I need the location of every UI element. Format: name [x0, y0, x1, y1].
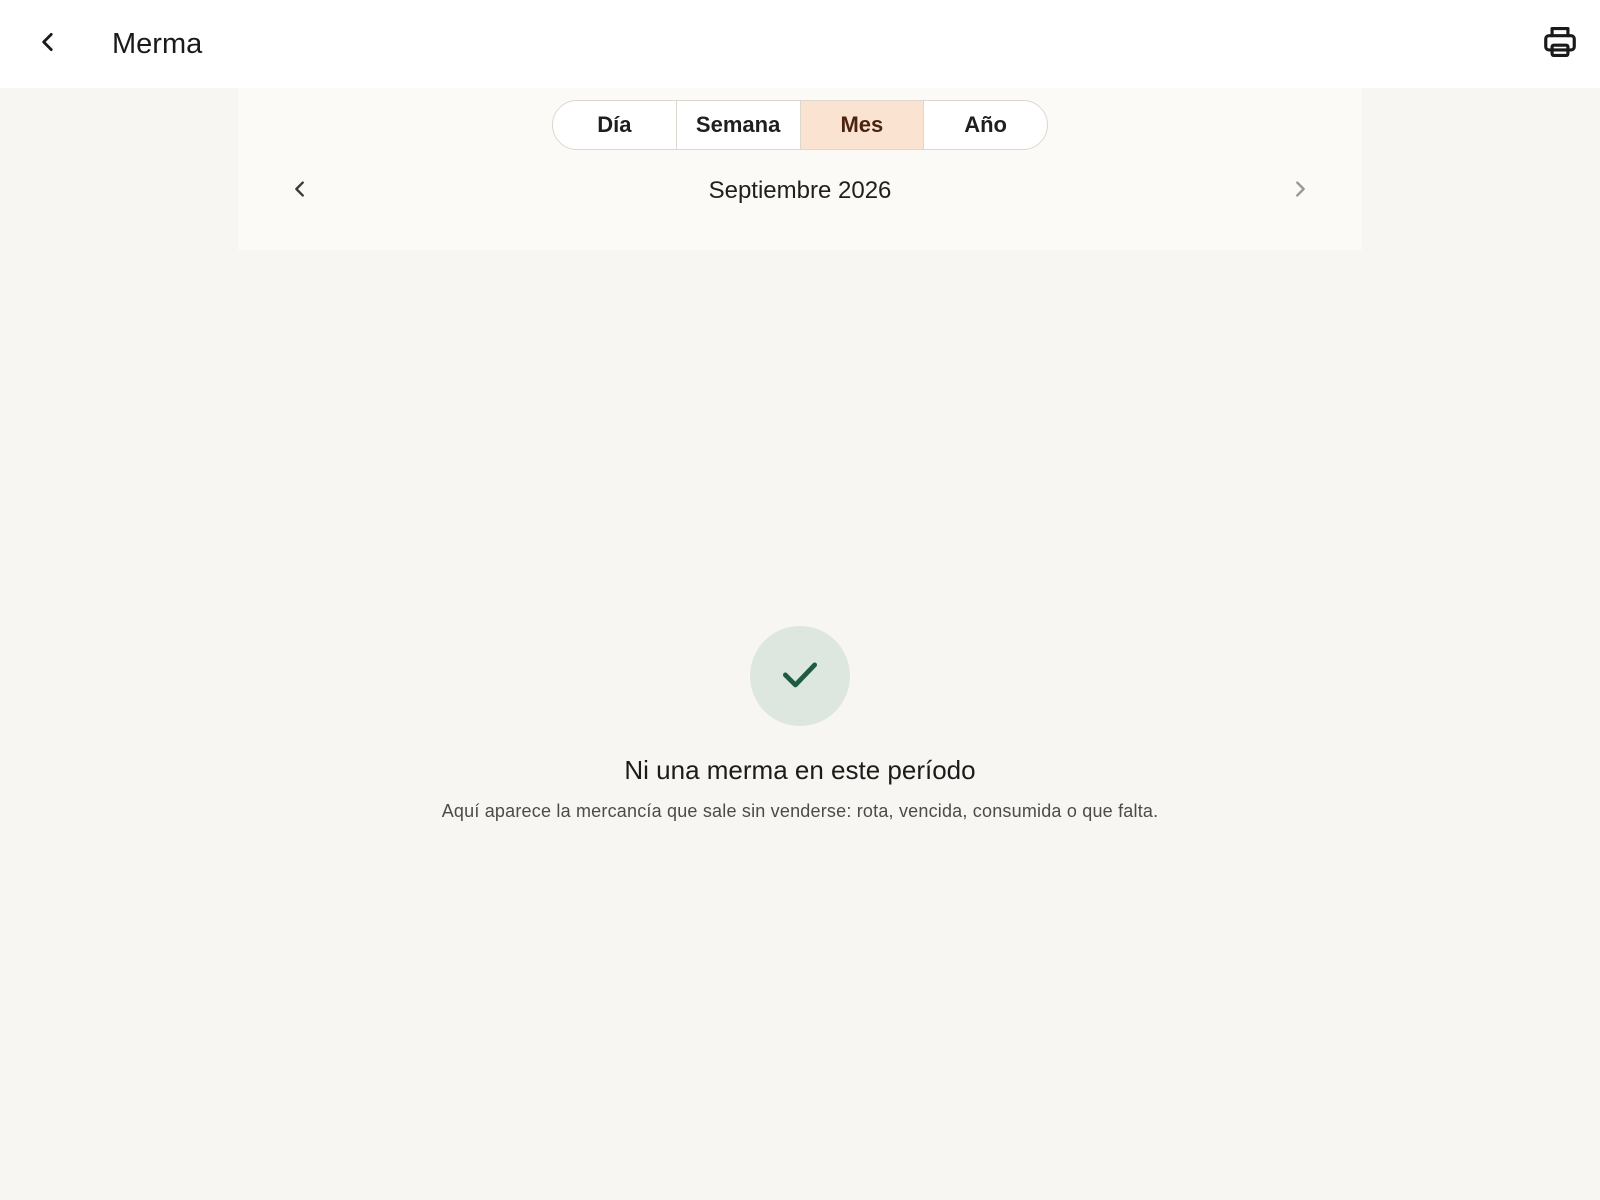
- empty-state: Ni una merma en este período Aquí aparec…: [0, 626, 1600, 824]
- empty-state-description: Aquí aparece la mercancía que sale sin v…: [441, 801, 1159, 821]
- tab-semana[interactable]: Semana: [677, 101, 801, 149]
- page-title: Merma: [112, 28, 203, 60]
- next-period-button[interactable]: [1280, 171, 1320, 211]
- current-period-label: Septiembre 2026: [708, 177, 892, 204]
- tab-ano[interactable]: Año: [924, 101, 1047, 149]
- print-button[interactable]: [1534, 18, 1586, 70]
- chevron-left-icon: [289, 178, 311, 205]
- app-bar: Merma: [0, 0, 1600, 88]
- previous-period-button[interactable]: [280, 171, 320, 211]
- period-navigator: Septiembre 2026: [238, 166, 1362, 216]
- chevron-right-icon: [1289, 178, 1311, 205]
- period-segmented-control: Día Semana Mes Año: [552, 100, 1048, 150]
- chevron-left-icon: [35, 29, 61, 60]
- tab-mes[interactable]: Mes: [800, 101, 925, 149]
- printer-icon: [1541, 23, 1579, 66]
- checkmark-icon: [778, 652, 822, 701]
- period-filter-panel: Día Semana Mes Año Septiembre 2026: [238, 88, 1362, 250]
- empty-state-title: Ni una merma en este período: [624, 755, 976, 785]
- tab-dia[interactable]: Día: [553, 101, 677, 149]
- back-button[interactable]: [24, 20, 72, 68]
- success-badge: [750, 626, 850, 726]
